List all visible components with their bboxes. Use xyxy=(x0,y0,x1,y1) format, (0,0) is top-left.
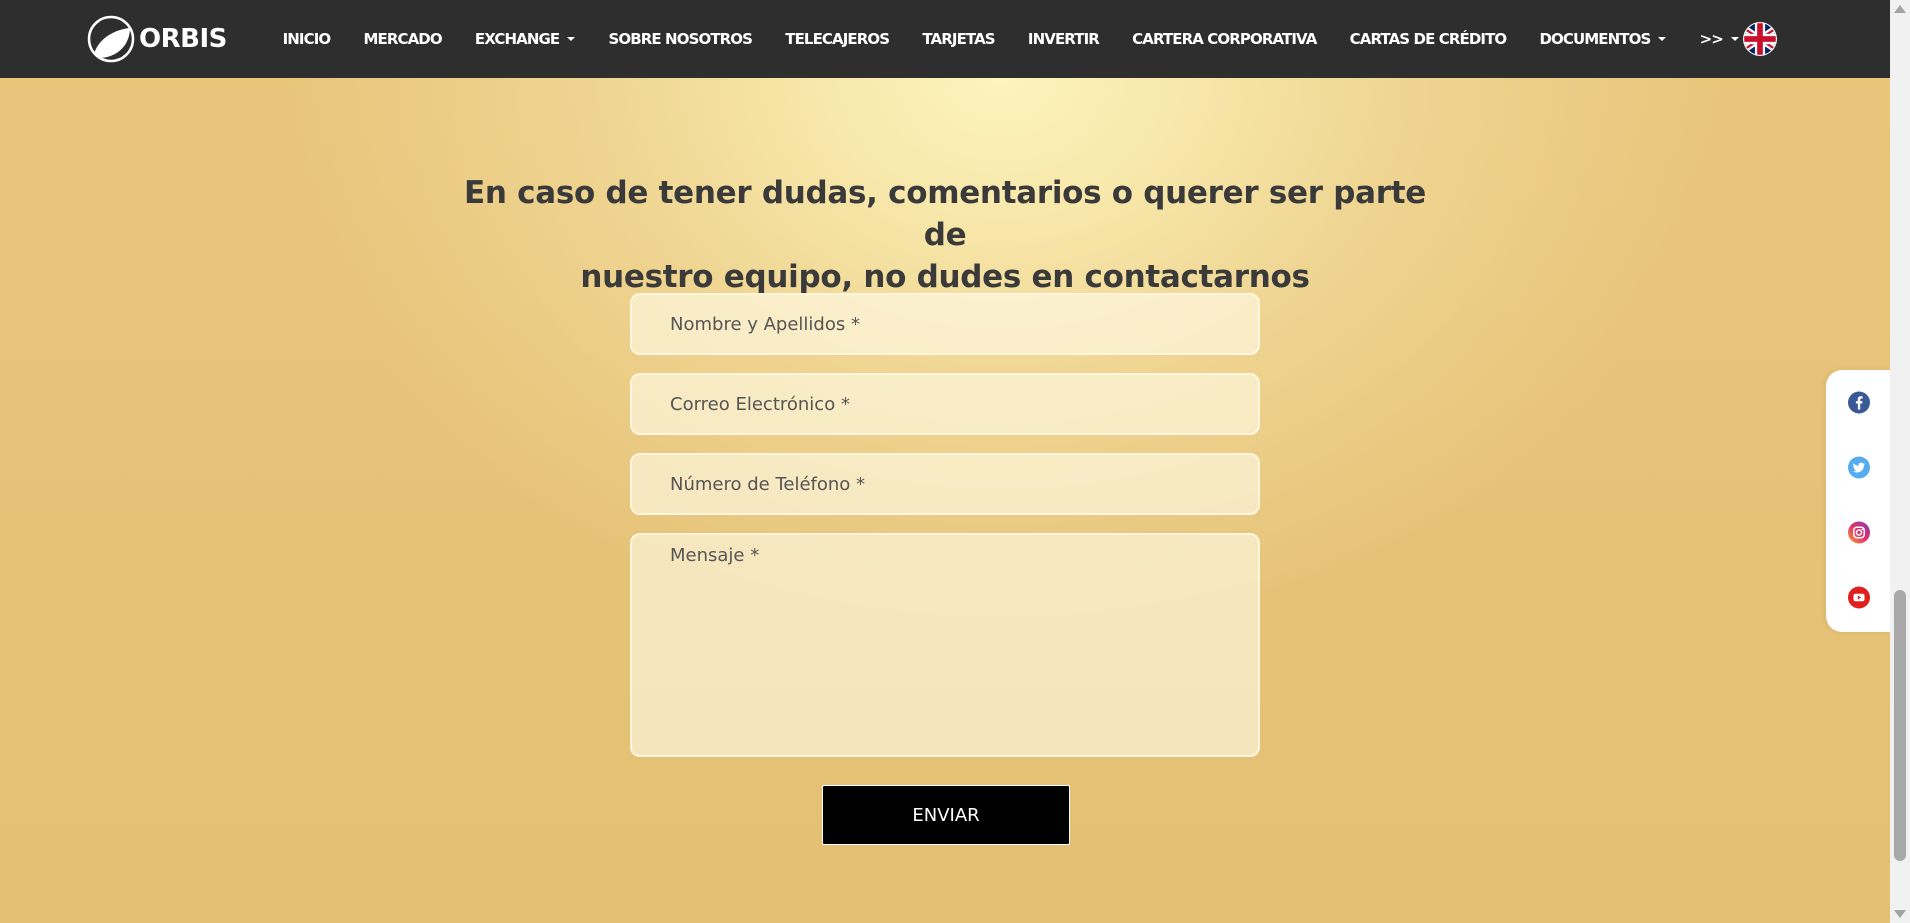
nav-label: EXCHANGE xyxy=(474,30,560,48)
brand-logo[interactable]: ORBIS xyxy=(86,14,227,64)
nav-item-invertir[interactable]: INVERTIR xyxy=(1011,30,1115,48)
email-field[interactable] xyxy=(630,373,1260,435)
phone-field[interactable] xyxy=(630,453,1260,515)
nav-item-cartera-corporativa[interactable]: CARTERA CORPORATIVA xyxy=(1116,30,1334,48)
nav-label: TELECAJEROS xyxy=(785,30,890,48)
arrow-up-icon xyxy=(1894,5,1906,13)
nav-label: INICIO xyxy=(282,30,332,48)
nav-item-sobre-nosotros[interactable]: SOBRE NOSOTROS xyxy=(592,30,769,48)
instagram-icon[interactable] xyxy=(1847,520,1871,545)
social-bar xyxy=(1826,370,1892,632)
chevron-down-icon xyxy=(1730,37,1739,41)
nav-item-exchange[interactable]: EXCHANGE xyxy=(458,30,592,48)
nav-label: CARTERA CORPORATIVA xyxy=(1132,30,1317,48)
heading-line-2: nuestro equipo, no dudes en contactarnos xyxy=(580,259,1310,295)
nav-label: MERCADO xyxy=(363,30,442,48)
scroll-down-button[interactable] xyxy=(1890,905,1910,923)
brand-name: ORBIS xyxy=(139,24,227,54)
nav-item-documentos[interactable]: DOCUMENTOS xyxy=(1523,30,1683,48)
nav-label: >> xyxy=(1699,30,1724,48)
uk-flag-icon xyxy=(1743,22,1777,56)
nav-label: INVERTIR xyxy=(1027,30,1100,48)
heading-line-1: En caso de tener dudas, comentarios o qu… xyxy=(464,175,1426,253)
nav-item-mercado[interactable]: MERCADO xyxy=(347,30,458,48)
vertical-scrollbar[interactable] xyxy=(1890,0,1910,923)
scroll-up-button[interactable] xyxy=(1890,0,1910,18)
nav-item-inicio[interactable]: INICIO xyxy=(266,30,347,48)
contact-heading: En caso de tener dudas, comentarios o qu… xyxy=(440,172,1450,298)
scroll-thumb[interactable] xyxy=(1894,590,1906,861)
chevron-down-icon xyxy=(567,37,576,41)
submit-button[interactable]: ENVIAR xyxy=(822,785,1070,845)
contact-section: En caso de tener dudas, comentarios o qu… xyxy=(0,78,1890,923)
nav-label: TARJETAS xyxy=(922,30,995,48)
nav-label: SOBRE NOSOTROS xyxy=(608,30,753,48)
top-navbar: ORBIS INICIO MERCADO EXCHANGE SOBRE NOSO… xyxy=(0,0,1890,78)
language-switch-button[interactable] xyxy=(1743,22,1777,56)
nav-label: CARTAS DE CRÉDITO xyxy=(1349,30,1508,48)
main-nav: INICIO MERCADO EXCHANGE SOBRE NOSOTROS T… xyxy=(266,0,1756,78)
nav-item-cartas-de-credito[interactable]: CARTAS DE CRÉDITO xyxy=(1333,30,1523,48)
nav-item-telecajeros[interactable]: TELECAJEROS xyxy=(769,30,906,48)
name-field[interactable] xyxy=(630,293,1260,355)
chevron-down-icon xyxy=(1658,37,1667,41)
facebook-icon[interactable] xyxy=(1847,390,1871,415)
orbis-logo-icon xyxy=(87,15,135,63)
twitter-icon[interactable] xyxy=(1847,455,1871,480)
arrow-down-icon xyxy=(1894,910,1906,918)
nav-item-tarjetas[interactable]: TARJETAS xyxy=(906,30,1012,48)
nav-label: DOCUMENTOS xyxy=(1539,30,1651,48)
youtube-icon[interactable] xyxy=(1847,585,1871,610)
message-field[interactable] xyxy=(630,533,1260,757)
